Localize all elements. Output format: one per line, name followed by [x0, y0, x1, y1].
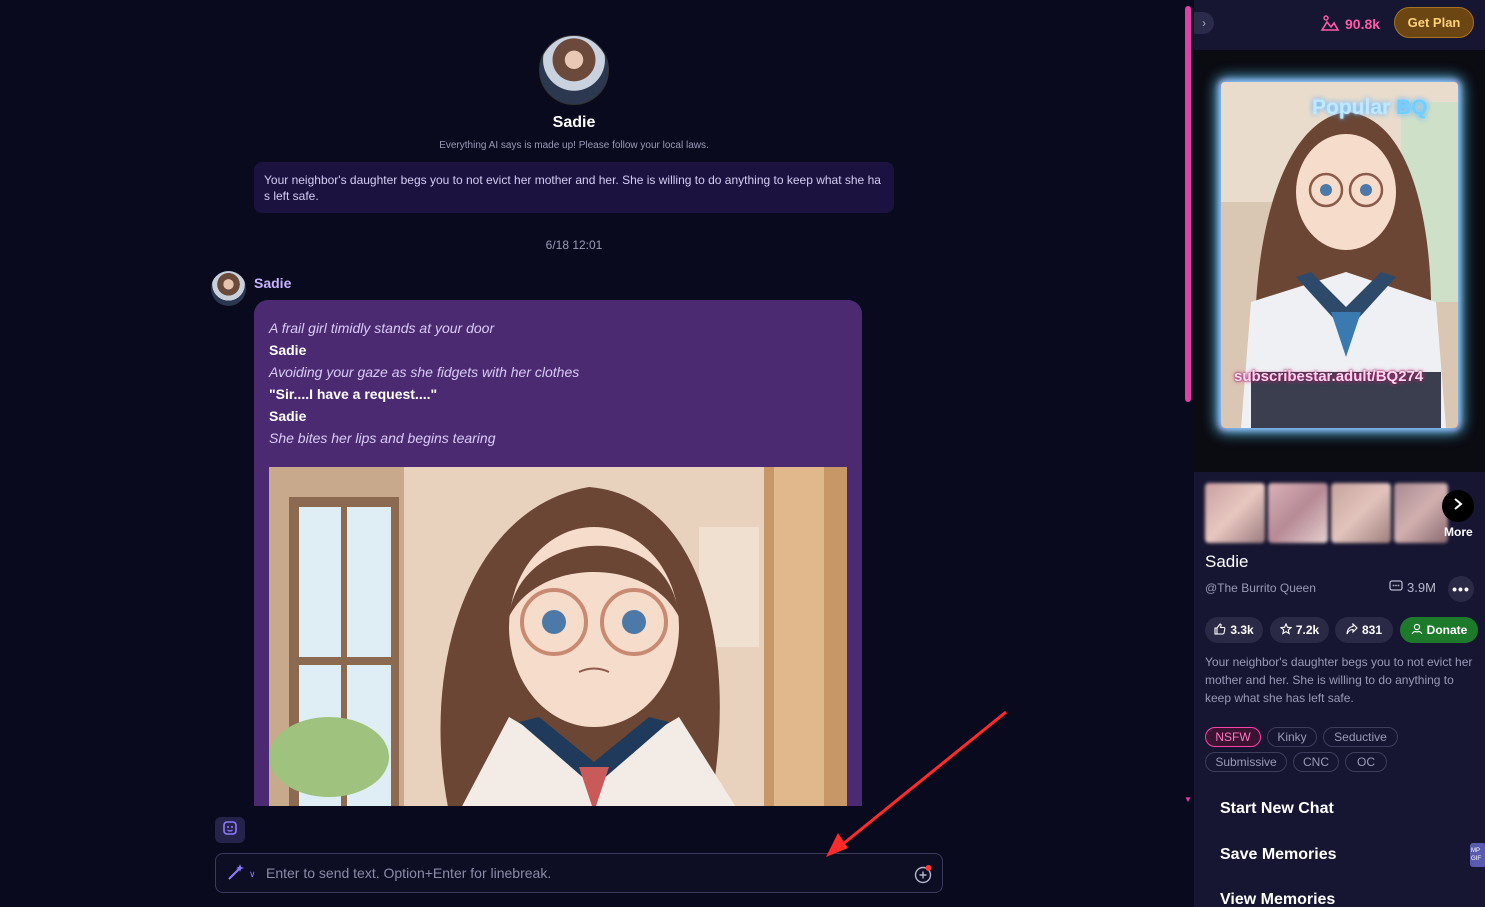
chat-count-value: 3.9M — [1407, 580, 1436, 595]
tag-seductive[interactable]: Seductive — [1323, 727, 1398, 747]
share-icon — [1346, 622, 1358, 638]
favorite-button[interactable]: 7.2k — [1270, 617, 1329, 643]
tag-oc[interactable]: OC — [1345, 752, 1387, 772]
panel-character-name: Sadie — [1205, 552, 1249, 571]
add-attachment-button[interactable] — [913, 864, 933, 884]
gallery-more-button[interactable] — [1442, 490, 1474, 522]
star-icon — [1279, 622, 1293, 638]
popular-badge-word: Popular — [1312, 96, 1391, 119]
persona-button[interactable] — [215, 817, 245, 843]
more-dots-icon: ••• — [1452, 581, 1470, 597]
gem-icon — [1320, 14, 1340, 35]
message-bubble: A frail girl timidly stands at your door… — [254, 300, 862, 806]
thumbs-up-icon — [1214, 622, 1226, 638]
view-memories-button[interactable]: View Memories — [1220, 891, 1335, 907]
chevron-down-icon: ∨ — [249, 868, 256, 879]
share-count: 831 — [1361, 623, 1383, 637]
gallery-thumbnails — [1205, 483, 1448, 543]
character-description: Your neighbor's daughter begs you to not… — [1205, 655, 1473, 705]
gallery-more-label[interactable]: More — [1444, 525, 1473, 539]
tag-kinky[interactable]: Kinky — [1267, 727, 1317, 747]
popular-badge: Popular BQ — [1312, 96, 1428, 120]
chat-scrollbar-thumb[interactable] — [1185, 6, 1191, 402]
donate-label: Donate — [1426, 623, 1468, 637]
character-cover[interactable]: Popular BQ subscribestar.adult/BQ274 — [1194, 50, 1485, 472]
message-timestamp: 6/18 12:01 — [545, 238, 603, 252]
message-line: She bites her lips and begins tearing — [269, 430, 496, 446]
message-line: Sadie — [269, 342, 307, 358]
message-line: Sadie — [269, 408, 307, 424]
message-line: A frail girl timidly stands at your door — [269, 320, 495, 336]
cover-watermark: subscribestar.adult/BQ274 — [1234, 368, 1424, 385]
tag-nsfw[interactable]: NSFW — [1205, 727, 1261, 747]
message-line: "Sir....I have a request...." — [269, 386, 438, 402]
share-button[interactable]: 831 — [1335, 617, 1393, 643]
message-sender: Sadie — [254, 275, 292, 291]
scroll-down-icon[interactable]: ▼ — [1184, 795, 1192, 804]
magic-wand-button[interactable]: ∨ — [226, 862, 260, 887]
start-new-chat-button[interactable]: Start New Chat — [1220, 800, 1334, 818]
more-options-button[interactable]: ••• — [1448, 576, 1474, 602]
chevron-right-icon — [1452, 497, 1464, 516]
collapse-panel-button[interactable]: › — [1194, 12, 1214, 34]
gallery-thumb[interactable] — [1268, 483, 1328, 543]
get-plan-button[interactable]: Get Plan — [1394, 7, 1474, 38]
character-name: Sadie — [552, 114, 596, 131]
persona-icon — [221, 819, 239, 842]
message-avatar[interactable] — [211, 271, 246, 306]
message-line: Avoiding your gaze as she fidgets with h… — [269, 364, 580, 380]
chat-bubble-icon — [1389, 580, 1403, 595]
popular-badge-tag: BQ — [1396, 96, 1428, 119]
tag-cnc[interactable]: CNC — [1293, 752, 1339, 772]
message-image[interactable] — [269, 467, 847, 806]
chat-input[interactable] — [266, 854, 896, 892]
add-circle-icon — [913, 865, 933, 888]
like-button[interactable]: 3.3k — [1205, 617, 1263, 643]
chat-area: Sadie Everything AI says is made up! Ple… — [0, 0, 1180, 907]
like-count: 3.3k — [1230, 623, 1254, 637]
character-panel: › 90.8k Get Plan Popular BQ subscribesta… — [1194, 0, 1485, 907]
side-badge[interactable]: MP GIF — [1470, 843, 1485, 867]
tag-submissive[interactable]: Submissive — [1205, 752, 1287, 772]
save-memories-button[interactable]: Save Memories — [1220, 846, 1337, 864]
gallery-thumb[interactable] — [1331, 483, 1391, 543]
collapse-icon: › — [1202, 16, 1206, 30]
character-avatar[interactable] — [539, 35, 609, 105]
message-composer: ∨ — [215, 853, 943, 893]
gem-balance[interactable]: 90.8k — [1320, 14, 1380, 34]
ai-disclaimer: Everything AI says is made up! Please fo… — [439, 140, 709, 151]
gem-count: 90.8k — [1345, 16, 1381, 32]
gallery-thumb[interactable] — [1394, 483, 1448, 543]
donate-icon — [1411, 623, 1423, 638]
favorite-count: 7.2k — [1295, 623, 1320, 637]
scenario-box: Your neighbor's daughter begs you to not… — [254, 162, 894, 213]
creator-link[interactable]: @The Burrito Queen — [1205, 581, 1316, 595]
gallery-thumb[interactable] — [1205, 483, 1265, 543]
donate-button[interactable]: Donate — [1400, 617, 1478, 643]
chat-count: 3.9M — [1389, 580, 1436, 595]
magic-wand-icon — [226, 862, 246, 887]
